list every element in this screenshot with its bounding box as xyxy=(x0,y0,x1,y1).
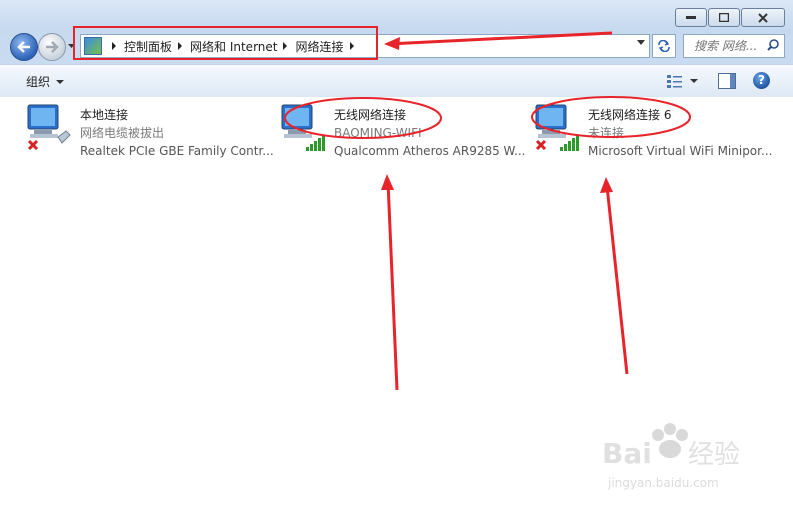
breadcrumb-network-internet[interactable]: 网络和 Internet xyxy=(190,38,277,55)
help-button[interactable]: ? xyxy=(753,72,770,89)
breadcrumb-separator[interactable] xyxy=(178,42,183,50)
wireless-computer-icon xyxy=(281,104,325,151)
search-box[interactable] xyxy=(683,34,785,58)
connection-item-wireless-6[interactable]: 无线网络连接 6 未连接 Microsoft Virtual WiFi Mini… xyxy=(534,103,789,161)
arrow-left-icon xyxy=(17,41,30,53)
connection-adapter: Realtek PCIe GBE Family Contr... xyxy=(80,144,274,158)
window: 控制面板 网络和 Internet 网络连接 组织 xyxy=(0,0,793,508)
organize-label: 组织 xyxy=(26,75,51,89)
breadcrumb-network-connections[interactable]: 网络连接 xyxy=(295,38,343,55)
connection-item-wireless[interactable]: 无线网络连接 BAOMING-WIFI Qualcomm Atheros AR9… xyxy=(280,103,530,161)
connection-status: BAOMING-WIFI xyxy=(334,126,422,140)
svg-text:Bai: Bai xyxy=(602,437,652,470)
minimize-button[interactable] xyxy=(675,8,707,27)
close-button[interactable] xyxy=(741,8,785,27)
change-view-icon[interactable] xyxy=(666,73,684,89)
chevron-down-icon xyxy=(67,43,75,48)
refresh-button[interactable] xyxy=(652,34,676,58)
forward-button[interactable] xyxy=(38,33,66,61)
close-icon xyxy=(758,12,768,23)
arrow-right-icon xyxy=(46,41,59,53)
connection-adapter: Qualcomm Atheros AR9285 W... xyxy=(334,144,526,158)
command-bar: 组织 ? xyxy=(0,64,793,98)
maximize-icon xyxy=(719,13,729,22)
connection-adapter: Microsoft Virtual WiFi Minipor... xyxy=(588,144,773,158)
address-dropdown[interactable] xyxy=(637,40,645,45)
minimize-icon xyxy=(686,15,696,19)
control-panel-icon xyxy=(84,37,102,55)
breadcrumb-separator[interactable] xyxy=(349,42,354,50)
connection-item-local[interactable]: 本地连接 网络电缆被拔出 Realtek PCIe GBE Family Con… xyxy=(26,103,276,161)
view-options-dropdown[interactable] xyxy=(690,79,698,83)
organize-menu[interactable]: 组织 xyxy=(26,73,65,90)
connection-text: 本地连接 网络电缆被拔出 Realtek PCIe GBE Family Con… xyxy=(80,106,274,160)
caption-buttons xyxy=(674,8,785,27)
preview-pane-button[interactable] xyxy=(718,73,736,89)
connection-name: 本地连接 xyxy=(80,108,129,122)
connection-status: 未连接 xyxy=(588,126,625,140)
connection-name: 无线网络连接 6 xyxy=(588,108,672,122)
breadcrumb-control-panel[interactable]: 控制面板 xyxy=(124,38,172,55)
chevron-down-icon xyxy=(56,79,65,84)
address-bar[interactable]: 控制面板 网络和 Internet 网络连接 xyxy=(80,34,650,58)
svg-text:jingyan.baidu.com: jingyan.baidu.com xyxy=(607,476,719,490)
network-computer-icon xyxy=(27,104,71,151)
connection-text: 无线网络连接 6 未连接 Microsoft Virtual WiFi Mini… xyxy=(588,106,772,160)
search-input[interactable] xyxy=(692,38,772,54)
connection-status: 网络电缆被拔出 xyxy=(80,126,165,140)
svg-text:经验: 经验 xyxy=(688,440,740,470)
back-button[interactable] xyxy=(10,33,38,61)
refresh-icon xyxy=(658,40,670,52)
recent-pages-dropdown[interactable] xyxy=(67,42,75,50)
connection-text: 无线网络连接 BAOMING-WIFI Qualcomm Atheros AR9… xyxy=(334,106,525,160)
connections-view: 本地连接 网络电缆被拔出 Realtek PCIe GBE Family Con… xyxy=(0,97,793,508)
maximize-button[interactable] xyxy=(708,8,740,27)
breadcrumb-separator[interactable] xyxy=(283,42,288,50)
search-icon[interactable] xyxy=(767,39,779,51)
wireless-computer-icon xyxy=(535,104,579,151)
baidu-jingyan-watermark: Bai 经验 jingyan.baidu.com xyxy=(602,423,740,490)
breadcrumb-separator[interactable] xyxy=(112,42,116,50)
connection-name: 无线网络连接 xyxy=(334,108,407,122)
